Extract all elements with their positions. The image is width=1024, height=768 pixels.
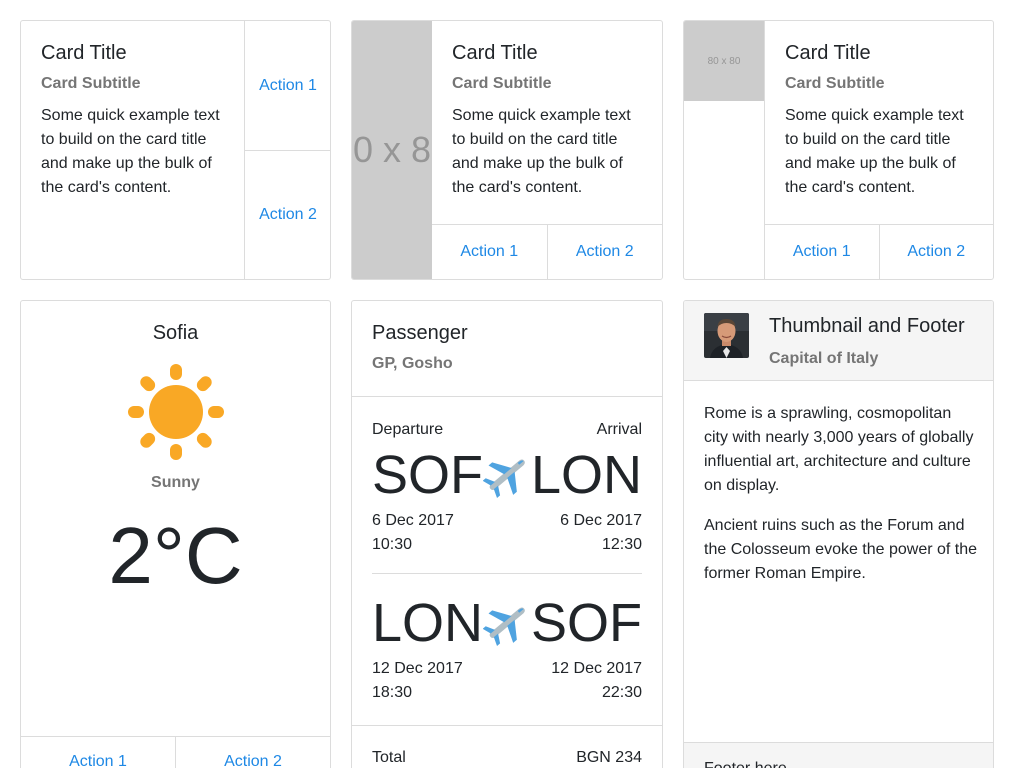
placeholder-label: 80 x 80	[707, 55, 741, 67]
flight-route: LON SOF	[372, 593, 642, 653]
card-image-left-small: 80 x 80 Card Title Card Subtitle Some qu…	[683, 20, 994, 280]
flight-times: 6 Dec 2017 10:30 6 Dec 2017 12:30	[372, 509, 642, 557]
card-actions: Action 1 Action 2	[432, 224, 662, 279]
avatar	[704, 313, 749, 358]
flight-route: SOF LON	[372, 445, 642, 505]
placeholder-image: 80 x 80	[684, 21, 764, 101]
card-subtitle: GP, Gosho	[372, 355, 453, 372]
airplane-icon	[483, 459, 525, 498]
sun-icon	[128, 364, 224, 460]
action-2-button[interactable]: Action 2	[175, 737, 330, 768]
total-row: Total BGN 234	[372, 746, 642, 768]
total-label: Total	[372, 749, 406, 766]
departure-label: Departure	[372, 421, 444, 438]
departure-date: 12 Dec 2017	[372, 660, 463, 677]
action-1-button[interactable]: Action 1	[245, 21, 330, 150]
placeholder-image: 80 x 80	[352, 21, 432, 279]
action-2-button[interactable]: Action 2	[878, 225, 994, 279]
arrival-date: 6 Dec 2017	[560, 512, 642, 529]
total-value: BGN 234	[576, 749, 642, 766]
thumbnail-footer-card: Thumbnail and Footer Capital of Italy Ro…	[683, 300, 994, 768]
flight-times: 12 Dec 2017 18:30 12 Dec 2017 22:30	[372, 657, 642, 705]
card-subtitle: Card Subtitle	[41, 75, 141, 92]
card-image-left-tall: 80 x 80 Card Title Card Subtitle Some qu…	[351, 20, 663, 280]
card-subtitle: Card Subtitle	[452, 75, 552, 92]
departure-date: 6 Dec 2017	[372, 512, 454, 529]
card-title: Card Title	[41, 42, 127, 64]
departure-time: 6 Dec 2017 10:30	[372, 509, 454, 557]
card-body: Card Title Card Subtitle Some quick exam…	[41, 41, 231, 200]
action-2-button[interactable]: Action 2	[245, 150, 330, 279]
arrival-hour: 22:30	[601, 684, 642, 701]
divider	[352, 725, 662, 726]
origin-code: LON	[372, 593, 484, 653]
weather-card: Sofia Sunny 2°C Action 1 Action 2	[20, 300, 331, 768]
airplane-icon	[483, 607, 525, 646]
flight-card: Passenger GP, Gosho Departure Arrival SO…	[351, 300, 663, 768]
arrival-time: 6 Dec 2017 12:30	[560, 509, 642, 557]
action-1-button[interactable]: Action 1	[21, 737, 175, 768]
arrival-label: Arrival	[596, 421, 642, 438]
card-title: Card Title	[785, 42, 871, 64]
departure-hour: 10:30	[372, 536, 413, 553]
divider	[372, 573, 642, 574]
paragraph: Rome is a sprawling, cosmopolitan city w…	[704, 405, 974, 494]
origin-code: SOF	[372, 445, 484, 505]
action-2-button[interactable]: Action 2	[546, 225, 663, 279]
card-header: Thumbnail and Footer Capital of Italy	[684, 301, 993, 381]
destination-code: SOF	[530, 593, 642, 653]
placeholder-label: 80 x 80	[352, 129, 432, 170]
card-title: Card Title	[452, 42, 538, 64]
temperature: 2°C	[108, 511, 243, 600]
card-text: Some quick example text to build on the …	[785, 107, 964, 196]
card-footer: Footer here	[684, 742, 993, 768]
card-actions: Action 1 Action 2	[21, 736, 330, 768]
weather-condition: Sunny	[151, 474, 200, 491]
action-1-button[interactable]: Action 1	[765, 225, 879, 279]
card-subtitle: Capital of Italy	[769, 350, 879, 367]
card-text: Some quick example text to build on the …	[452, 107, 631, 196]
arrival-hour: 12:30	[601, 536, 642, 553]
destination-code: LON	[530, 445, 642, 505]
card-actions-right: Card Title Card Subtitle Some quick exam…	[20, 20, 331, 280]
arrival-time: 12 Dec 2017 22:30	[551, 657, 642, 705]
card-body: Card Title Card Subtitle Some quick exam…	[785, 41, 975, 200]
divider	[352, 396, 662, 397]
paragraph: Ancient ruins such as the Forum and the …	[704, 517, 978, 582]
card-body: Card Title Card Subtitle Some quick exam…	[452, 41, 642, 200]
card-actions: Action 1 Action 2	[244, 21, 330, 279]
card-title: Passenger	[372, 322, 468, 344]
card-text: Some quick example text to build on the …	[41, 107, 220, 196]
card-actions: Action 1 Action 2	[765, 224, 993, 279]
arrival-date: 12 Dec 2017	[551, 660, 642, 677]
action-1-button[interactable]: Action 1	[432, 225, 547, 279]
card-title: Thumbnail and Footer	[769, 315, 965, 337]
departure-time: 12 Dec 2017 18:30	[372, 657, 463, 705]
departure-hour: 18:30	[372, 684, 413, 701]
card-header: Passenger GP, Gosho	[372, 321, 468, 374]
card-content: Rome is a sprawling, cosmopolitan city w…	[704, 402, 979, 586]
card-subtitle: Card Subtitle	[785, 75, 885, 92]
city-name: Sofia	[152, 322, 199, 344]
flight-labels: Departure Arrival	[372, 418, 642, 442]
